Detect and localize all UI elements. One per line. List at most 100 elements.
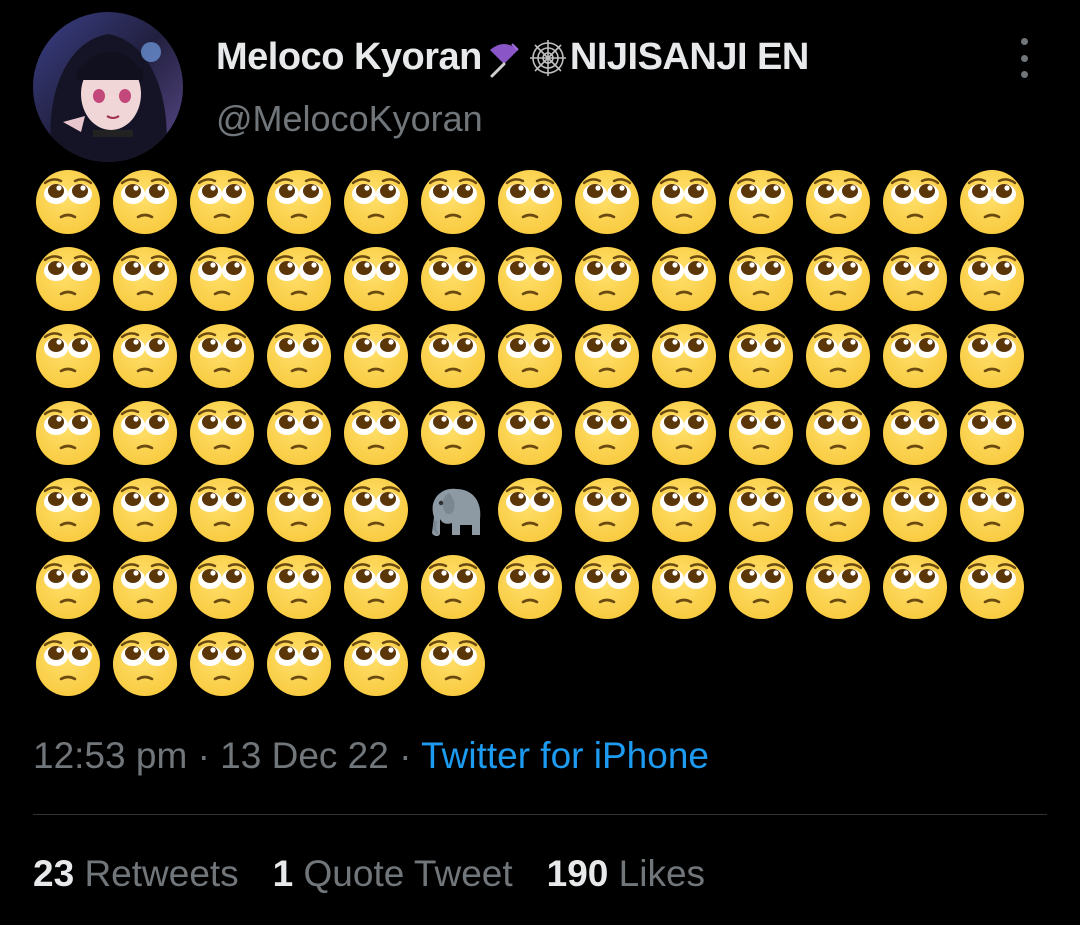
avatar[interactable] (33, 12, 183, 162)
pleading-face-icon (112, 400, 178, 466)
pleading-face-icon (35, 323, 101, 389)
pleading-face-icon (343, 554, 409, 620)
pleading-face-icon (497, 169, 563, 235)
pleading-face-icon (189, 323, 255, 389)
pleading-face-icon (805, 554, 871, 620)
pleading-face-icon (497, 554, 563, 620)
pleading-face-icon (112, 323, 178, 389)
tweet-time[interactable]: 12:53 pm (33, 735, 187, 776)
pleading-face-icon (420, 246, 486, 312)
pleading-face-icon (189, 631, 255, 697)
pleading-face-icon (805, 400, 871, 466)
pleading-face-icon (497, 477, 563, 543)
tweet-date[interactable]: 13 Dec 22 (220, 735, 389, 776)
pleading-face-icon (266, 631, 332, 697)
pleading-face-icon (805, 246, 871, 312)
spider-web-icon (528, 38, 568, 78)
pleading-face-icon (343, 323, 409, 389)
pleading-face-icon (959, 169, 1025, 235)
quote-tweets-stat[interactable]: 1 Quote Tweet (273, 853, 513, 895)
pleading-face-icon (728, 246, 794, 312)
pleading-face-icon (651, 169, 717, 235)
divider (33, 814, 1047, 815)
pleading-face-icon (420, 400, 486, 466)
pleading-face-icon (420, 169, 486, 235)
pleading-face-icon (343, 477, 409, 543)
retweets-count: 23 (33, 853, 85, 894)
pleading-face-icon (266, 400, 332, 466)
pleading-face-icon (805, 323, 871, 389)
pleading-face-icon (651, 554, 717, 620)
umbrella-icon (484, 38, 524, 78)
likes-label: Likes (618, 853, 706, 894)
pleading-face-icon (959, 400, 1025, 466)
author-handle[interactable]: @MelocoKyoran (216, 98, 483, 140)
meta-separator: · (197, 735, 221, 776)
pleading-face-icon (35, 246, 101, 312)
quotes-count: 1 (272, 853, 304, 894)
tweet-text (35, 169, 1045, 697)
author-display-name[interactable]: Meloco Kyoran NIJISANJI EN (216, 36, 809, 79)
pleading-face-icon (189, 554, 255, 620)
pleading-face-icon (343, 169, 409, 235)
pleading-face-icon (959, 246, 1025, 312)
more-vertical-icon[interactable] (1012, 38, 1036, 78)
pleading-face-icon (266, 554, 332, 620)
pleading-face-icon (651, 246, 717, 312)
pleading-face-icon (35, 631, 101, 697)
pleading-face-icon (266, 477, 332, 543)
pleading-face-icon (497, 400, 563, 466)
pleading-face-icon (189, 246, 255, 312)
pleading-face-icon (266, 323, 332, 389)
pleading-face-icon (574, 246, 640, 312)
pleading-face-icon (651, 323, 717, 389)
pleading-face-icon (805, 169, 871, 235)
pleading-face-icon (112, 477, 178, 543)
display-name-last: NIJISANJI EN (569, 36, 809, 78)
pleading-face-icon (959, 323, 1025, 389)
pleading-face-icon (35, 554, 101, 620)
pleading-face-icon (574, 323, 640, 389)
pleading-face-icon (728, 400, 794, 466)
pleading-face-icon (35, 169, 101, 235)
pleading-face-icon (882, 477, 948, 543)
pleading-face-icon (266, 169, 332, 235)
pleading-face-icon (882, 246, 948, 312)
pleading-face-icon (189, 400, 255, 466)
pleading-face-icon (420, 554, 486, 620)
pleading-face-icon (574, 400, 640, 466)
pleading-face-icon (420, 323, 486, 389)
meta-separator: · (399, 735, 422, 776)
pleading-face-icon (497, 246, 563, 312)
tweet-stats: 23 Retweets 1 Quote Tweet 190 Likes (33, 853, 739, 895)
pleading-face-icon (882, 554, 948, 620)
pleading-face-icon (189, 477, 255, 543)
retweets-label: Retweets (84, 853, 239, 894)
pleading-face-icon (35, 400, 101, 466)
retweets-stat[interactable]: 23 Retweets (33, 853, 239, 895)
pleading-face-icon (112, 169, 178, 235)
quotes-label: Quote Tweet (303, 853, 513, 894)
pleading-face-icon (574, 554, 640, 620)
pleading-face-icon (420, 631, 486, 697)
tweet: Meloco Kyoran NIJISANJI EN @MelocoKyoran (0, 0, 1080, 925)
pleading-face-icon (343, 400, 409, 466)
pleading-face-icon (728, 323, 794, 389)
tweet-source-link[interactable]: Twitter for iPhone (421, 735, 709, 776)
pleading-face-icon (266, 246, 332, 312)
pleading-face-icon (497, 323, 563, 389)
likes-stat[interactable]: 190 Likes (547, 853, 705, 895)
likes-count: 190 (546, 853, 619, 894)
pleading-face-icon (651, 400, 717, 466)
pleading-face-icon (882, 169, 948, 235)
pleading-face-icon (959, 554, 1025, 620)
pleading-face-icon (882, 323, 948, 389)
pleading-face-icon (35, 477, 101, 543)
pleading-face-icon (574, 169, 640, 235)
tweet-metadata: 12:53 pm · 13 Dec 22 · Twitter for iPhon… (33, 735, 709, 777)
display-name-first: Meloco Kyoran (216, 36, 482, 78)
pleading-face-icon (343, 246, 409, 312)
pleading-face-icon (189, 169, 255, 235)
pleading-face-icon (959, 477, 1025, 543)
pleading-face-icon (728, 554, 794, 620)
